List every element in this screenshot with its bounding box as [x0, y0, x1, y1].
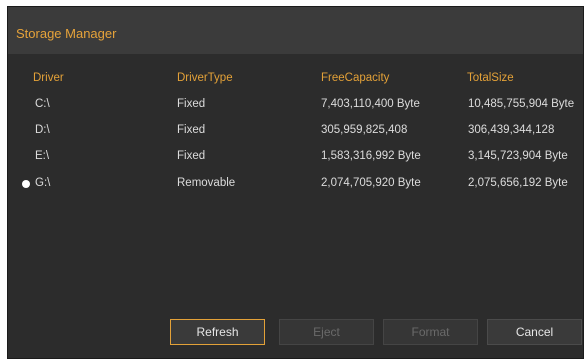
column-header-driver: Driver [33, 72, 64, 84]
drive-free-capacity: 2,074,705,920 Byte [321, 177, 421, 189]
drive-free-capacity: 7,403,110,400 Byte [321, 98, 420, 110]
title-bar: Storage Manager [8, 7, 583, 54]
drive-total-size: 10,485,755,904 Byte [468, 98, 575, 110]
table-header: Driver DriverType FreeCapacity TotalSize [8, 72, 583, 88]
drive-letter: D:\ [35, 124, 50, 136]
drive-letter: G:\ [35, 177, 51, 189]
drive-total-size: 306,439,344,128 [468, 124, 555, 136]
format-button[interactable]: Format [383, 319, 478, 345]
drive-total-size: 3,145,723,904 Byte [468, 150, 568, 162]
column-header-free-capacity: FreeCapacity [321, 72, 390, 84]
drive-letter: E:\ [35, 150, 50, 162]
refresh-button[interactable]: Refresh [170, 319, 265, 345]
drive-type: Removable [177, 177, 236, 189]
drive-type: Fixed [177, 98, 206, 110]
selected-radio-icon[interactable] [22, 180, 30, 188]
table-row[interactable]: E:\ Fixed 1,583,316,992 Byte 3,145,723,9… [8, 150, 583, 168]
drive-letter: C:\ [35, 98, 50, 110]
drive-free-capacity: 1,583,316,992 Byte [321, 150, 421, 162]
drive-total-size: 2,075,656,192 Byte [468, 177, 568, 189]
drive-free-capacity: 305,959,825,408 [321, 124, 408, 136]
table-row[interactable]: C:\ Fixed 7,403,110,400 Byte 10,485,755,… [8, 98, 583, 116]
table-row[interactable]: D:\ Fixed 305,959,825,408 306,439,344,12… [8, 124, 583, 142]
table-row-selected[interactable]: G:\ Removable 2,074,705,920 Byte 2,075,6… [8, 177, 583, 195]
window-title: Storage Manager [16, 26, 117, 41]
column-header-driver-type: DriverType [177, 72, 233, 84]
storage-manager-window: Storage Manager Driver DriverType FreeCa… [7, 6, 584, 359]
drive-type: Fixed [177, 124, 206, 136]
cancel-button[interactable]: Cancel [487, 319, 582, 345]
eject-button[interactable]: Eject [279, 319, 374, 345]
drive-type: Fixed [177, 150, 206, 162]
column-header-total-size: TotalSize [467, 72, 514, 84]
